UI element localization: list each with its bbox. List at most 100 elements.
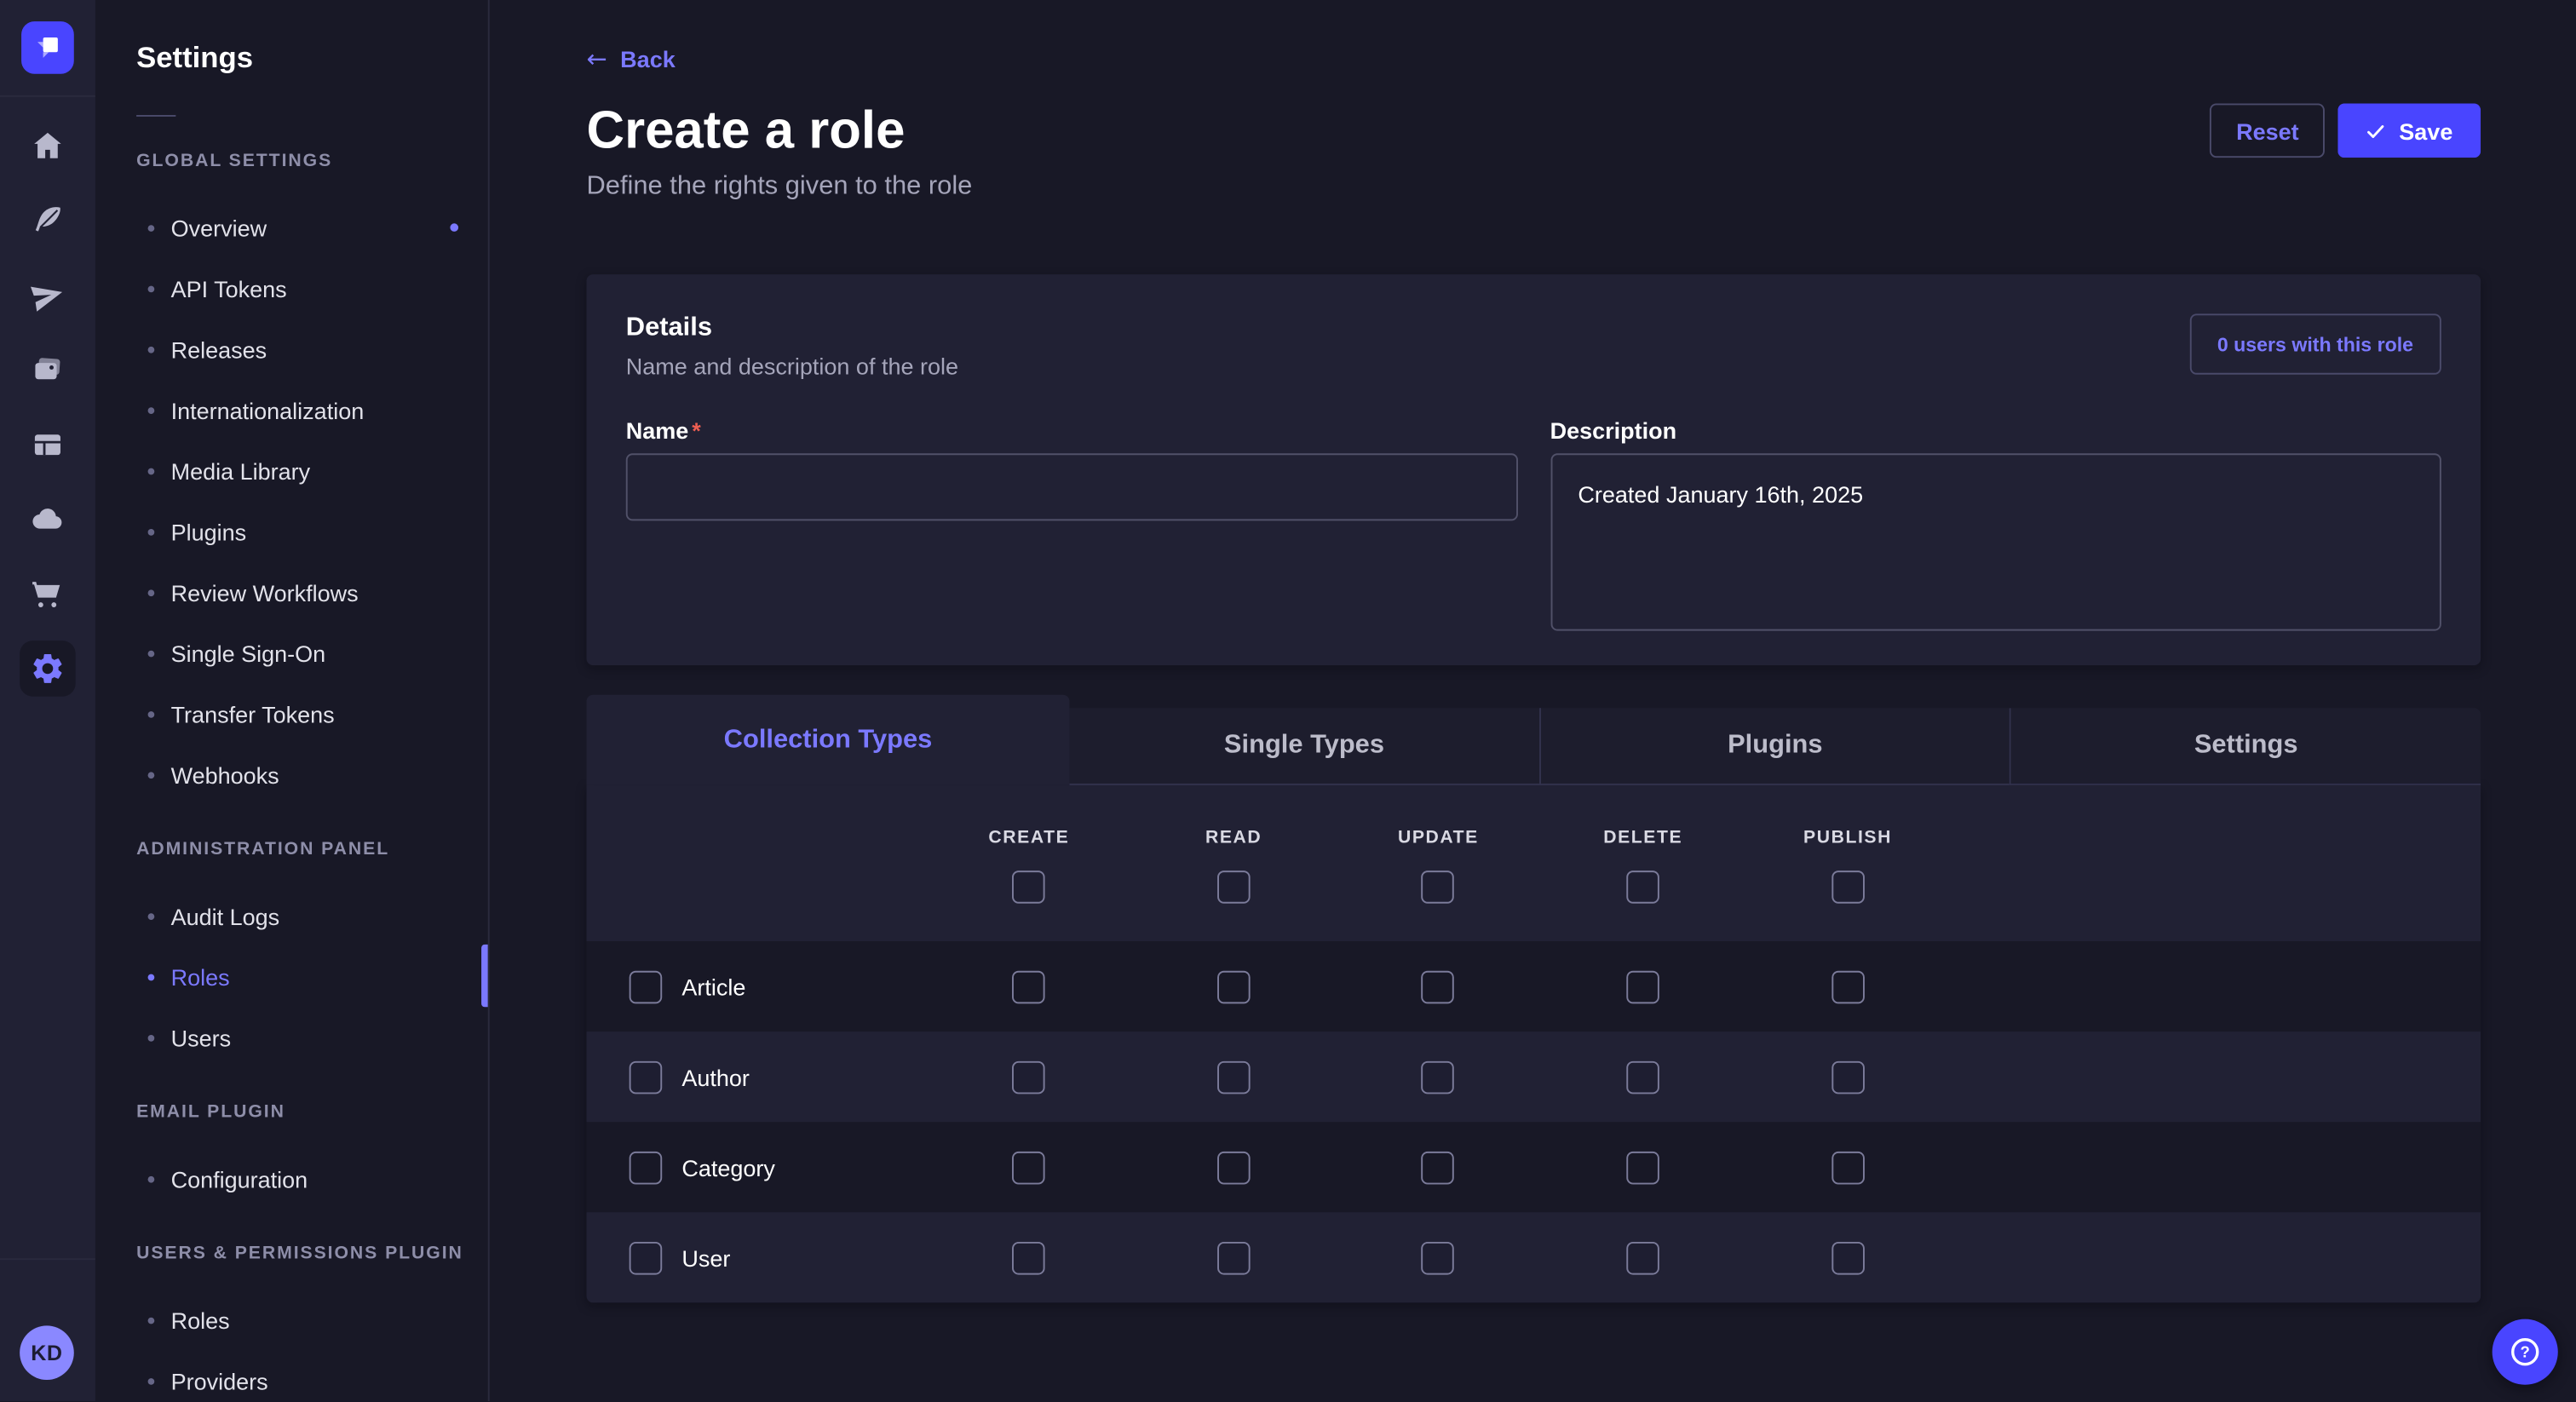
subnav-item-label: Releases [171, 336, 267, 362]
select-row-author-checkbox[interactable] [630, 1060, 663, 1094]
checkbox-user-publish[interactable] [1831, 1241, 1865, 1274]
tab-label: Plugins [1728, 731, 1822, 761]
subnav-item-label: API Tokens [171, 275, 287, 302]
main-content: ← Back Create a role Define the rights g… [490, 0, 2576, 1401]
subnav-item-internationalization[interactable]: Internationalization [95, 379, 488, 440]
subnav-item-label: Review Workflows [171, 579, 359, 606]
users-with-role-button[interactable]: 0 users with this role [2189, 313, 2441, 374]
nav-item-gear[interactable] [0, 632, 95, 707]
checkbox-author-create[interactable] [1013, 1060, 1046, 1094]
checkbox-user-delete[interactable] [1626, 1241, 1659, 1274]
section-label: EMAIL PLUGIN [136, 1104, 488, 1122]
user-avatar[interactable]: KD [20, 1325, 74, 1380]
subnav-item-providers[interactable]: Providers [95, 1350, 488, 1401]
page-header: Create a role Define the rights given to… [586, 101, 2481, 203]
tab-plugins[interactable]: Plugins [1538, 708, 2010, 785]
select-all-publish-checkbox[interactable] [1831, 871, 1865, 904]
tab-collection-types[interactable]: Collection Types [586, 695, 1069, 785]
subnav-title: Settings [136, 39, 488, 75]
permissions-table-header: CREATEREADUPDATEDELETEPUBLISH [586, 785, 2481, 941]
column-header-update: UPDATE [1398, 828, 1479, 848]
tab-settings[interactable]: Settings [2010, 708, 2481, 785]
nav-item-paper-plane[interactable] [0, 258, 95, 333]
help-button[interactable]: ? [2493, 1319, 2558, 1385]
select-all-update-checkbox[interactable] [1422, 871, 1455, 904]
checkbox-article-update[interactable] [1422, 970, 1455, 1003]
subnav-item-label: Webhooks [171, 761, 279, 788]
column-header-publish: PUBLISH [1803, 828, 1892, 848]
subnav-item-plugins[interactable]: Plugins [95, 501, 488, 561]
checkbox-author-delete[interactable] [1626, 1060, 1659, 1094]
checkbox-user-create[interactable] [1013, 1241, 1046, 1274]
checkbox-author-update[interactable] [1422, 1060, 1455, 1094]
tab-single-types[interactable]: Single Types [1069, 708, 1538, 785]
subnav-item-configuration[interactable]: Configuration [95, 1148, 488, 1209]
nav-item-cart[interactable] [0, 557, 95, 632]
subnav-item-label: Roles [171, 1307, 230, 1333]
checkbox-author-read[interactable] [1217, 1060, 1251, 1094]
tab-label: Settings [2194, 731, 2298, 761]
checkbox-category-update[interactable] [1422, 1151, 1455, 1184]
nav-item-feather[interactable] [0, 183, 95, 258]
nav-item-layout[interactable] [0, 407, 95, 482]
checkbox-user-update[interactable] [1422, 1241, 1455, 1274]
row-label: User [681, 1244, 730, 1271]
subnav-item-audit-logs[interactable]: Audit Logs [95, 885, 488, 945]
checkbox-category-publish[interactable] [1831, 1151, 1865, 1184]
paper-plane-icon [30, 277, 66, 313]
nav-item-cloud[interactable] [0, 482, 95, 557]
save-button[interactable]: Save [2338, 103, 2481, 158]
checkbox-category-read[interactable] [1217, 1151, 1251, 1184]
app-window: KD Settings GLOBAL SETTINGSOverviewAPI T… [0, 0, 2576, 1401]
permissions-tabbar: Collection Types Single Types Plugins Setti… [586, 695, 2481, 785]
subnav-item-media-library[interactable]: Media Library [95, 440, 488, 501]
bullet-icon [148, 468, 155, 474]
bullet-icon [148, 771, 155, 778]
svg-text:?: ? [2521, 1343, 2530, 1361]
subnav-item-single-sign-on[interactable]: Single Sign-On [95, 623, 488, 683]
select-row-user-checkbox[interactable] [630, 1241, 663, 1274]
tab-label: Single Types [1224, 731, 1384, 761]
subnav-item-webhooks[interactable]: Webhooks [95, 744, 488, 805]
subnav-item-review-workflows[interactable]: Review Workflows [95, 562, 488, 623]
select-all-create-checkbox[interactable] [1013, 871, 1046, 904]
subnav-item-label: Overview [171, 215, 267, 241]
bullet-icon [148, 589, 155, 595]
settings-subnav: Settings GLOBAL SETTINGSOverviewAPI Toke… [95, 0, 490, 1401]
back-link[interactable]: ← Back [586, 44, 675, 74]
checkbox-article-delete[interactable] [1626, 970, 1659, 1003]
table-row-author: Author [586, 1031, 2481, 1122]
checkbox-article-publish[interactable] [1831, 970, 1865, 1003]
subnav-item-users[interactable]: Users [95, 1007, 488, 1067]
checkbox-category-create[interactable] [1013, 1151, 1046, 1184]
checkbox-article-read[interactable] [1217, 970, 1251, 1003]
strapi-logo-glyph [30, 30, 66, 66]
table-row-category: Category [586, 1122, 2481, 1212]
subnav-item-overview[interactable]: Overview [95, 197, 488, 257]
subnav-item-transfer-tokens[interactable]: Transfer Tokens [95, 683, 488, 744]
section-label: ADMINISTRATION PANEL [136, 841, 488, 859]
select-all-delete-checkbox[interactable] [1626, 871, 1659, 904]
checkbox-category-delete[interactable] [1626, 1151, 1659, 1184]
subnav-item-roles[interactable]: Roles [95, 946, 488, 1007]
subnav-item-releases[interactable]: Releases [95, 319, 488, 379]
nav-item-home[interactable] [0, 108, 95, 183]
name-field[interactable] [626, 453, 1517, 520]
subnav-item-roles[interactable]: Roles [95, 1290, 488, 1350]
select-all-read-checkbox[interactable] [1217, 871, 1251, 904]
reset-button[interactable]: Reset [2210, 103, 2325, 158]
active-item-indicator [481, 945, 488, 1007]
subnav-item-api-tokens[interactable]: API Tokens [95, 258, 488, 319]
strapi-logo[interactable] [21, 21, 74, 74]
select-row-article-checkbox[interactable] [630, 970, 663, 1003]
description-field[interactable]: Created January 16th, 2025 [1550, 453, 2441, 630]
checkbox-article-create[interactable] [1013, 970, 1046, 1003]
required-mark: * [692, 417, 701, 444]
nav-item-media-library[interactable] [0, 333, 95, 408]
bullet-icon [148, 285, 155, 292]
select-row-category-checkbox[interactable] [630, 1151, 663, 1184]
checkbox-user-read[interactable] [1217, 1241, 1251, 1274]
checkbox-author-publish[interactable] [1831, 1060, 1865, 1094]
description-label: Description [1550, 417, 2441, 444]
page-subtitle: Define the rights given to the role [586, 172, 972, 202]
